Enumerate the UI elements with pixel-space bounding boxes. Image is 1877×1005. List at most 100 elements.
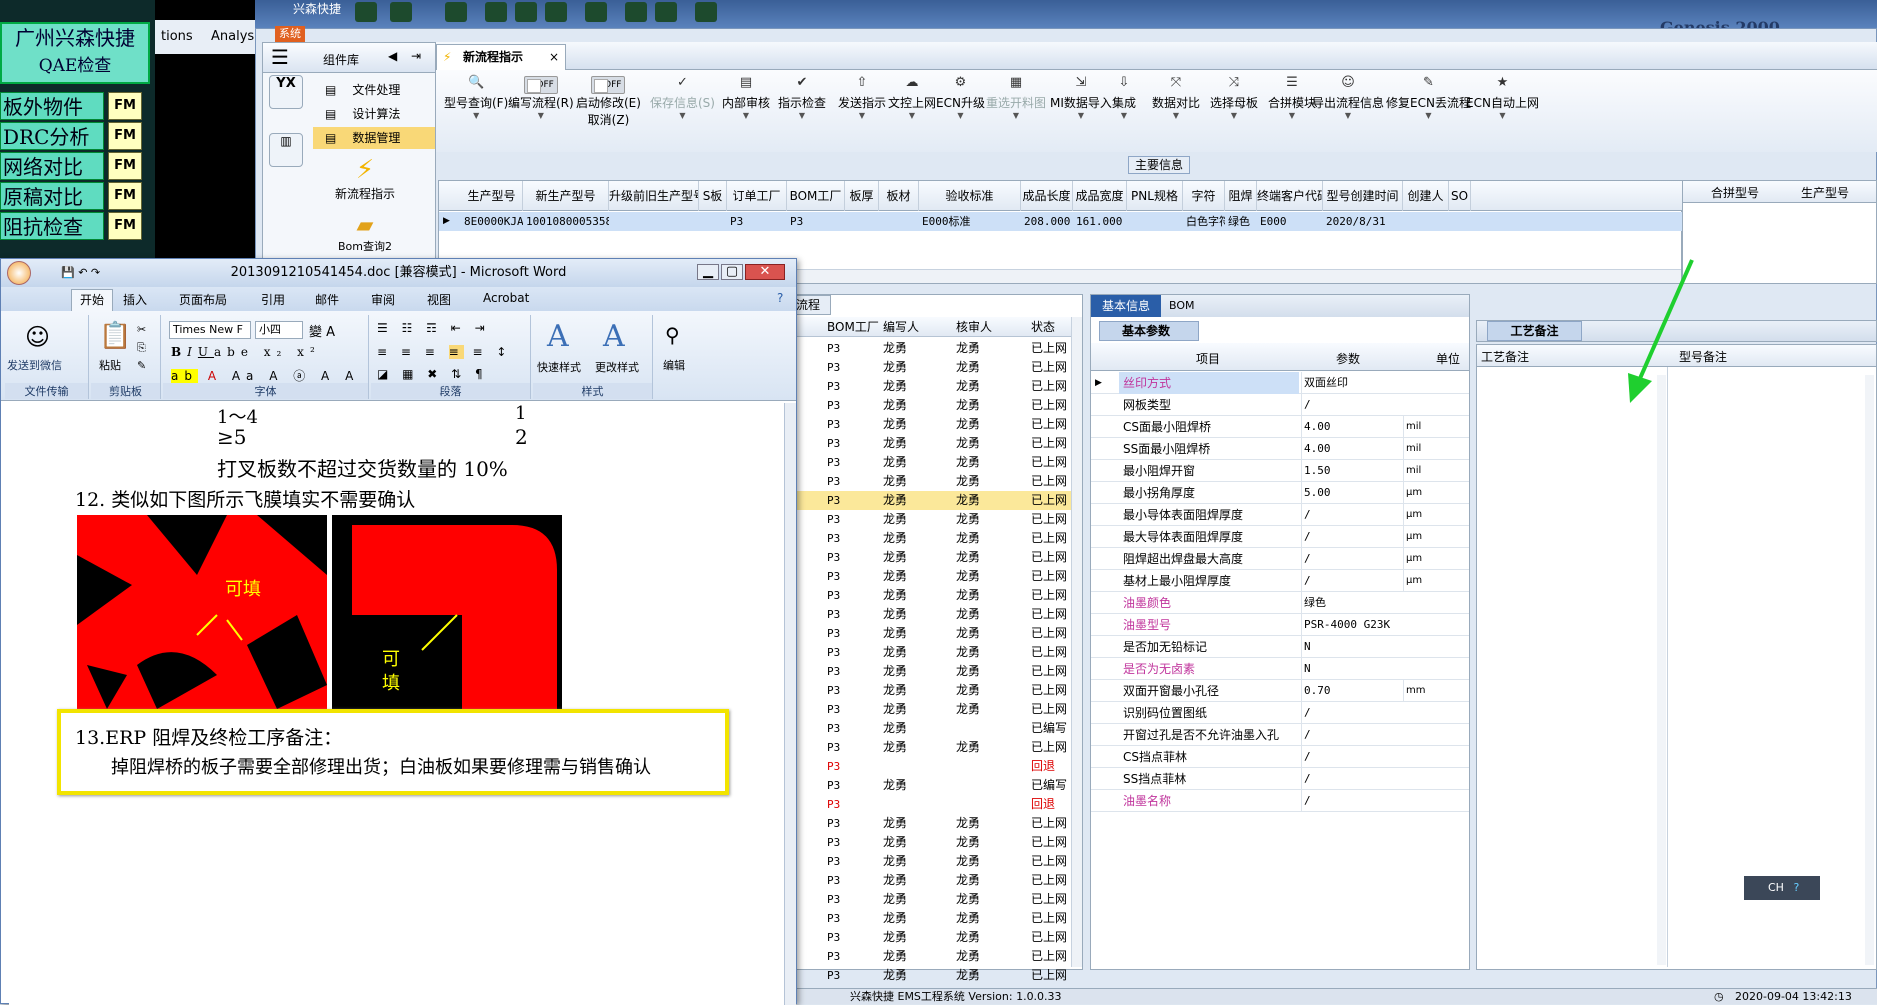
param-value[interactable]: 4.00 [1301, 438, 1401, 460]
word-tab[interactable]: 插入 [123, 291, 147, 308]
ribbon-button[interactable]: ★ ECN自动上网 ▼ [1466, 76, 1539, 121]
ribbon-button[interactable]: ☺ 导出流程信息 ▼ [1312, 76, 1384, 121]
table-row[interactable]: P3 龙勇 龙勇 已上网 [791, 548, 1071, 567]
close-icon[interactable]: × [549, 45, 559, 69]
fm-button[interactable]: FM [108, 152, 142, 180]
column-header[interactable]: 成品长度 [1021, 181, 1073, 211]
flow-shortcut[interactable]: ⚡ 新流程指示 [335, 155, 395, 202]
column-header[interactable]: 阻焊 [1225, 181, 1257, 211]
arrow-left-icon[interactable]: ◀ [388, 49, 397, 63]
table-row[interactable]: P3 龙勇 龙勇 已上网 [791, 662, 1071, 681]
param-row[interactable]: ▶ 丝印方式 双面丝印 [1091, 372, 1469, 394]
param-value[interactable]: N [1301, 636, 1401, 658]
table-row[interactable]: P3 龙勇 龙勇 已上网 [791, 377, 1071, 396]
column-header[interactable]: 型号创建时间 [1323, 181, 1403, 211]
close-button[interactable]: ✕ [745, 264, 785, 280]
analysis-tab[interactable]: Analysi [205, 20, 258, 54]
param-row[interactable]: 油墨名称 / [1091, 790, 1469, 812]
table-row[interactable]: P3 龙勇 已编写 [791, 776, 1071, 795]
table-row[interactable]: P3 龙勇 龙勇 已上网 [791, 453, 1071, 472]
table-row[interactable]: P3 回退 [791, 757, 1071, 776]
table-row[interactable]: P3 龙勇 龙勇 已上网 [791, 624, 1071, 643]
qae-item[interactable]: 原稿对比 FM [0, 182, 150, 210]
table-cell[interactable] [1403, 212, 1449, 231]
ribbon-button[interactable]: ☁ 文控上网 ▼ [888, 76, 936, 121]
table-row[interactable]: P3 龙勇 龙勇 已上网 [791, 510, 1071, 529]
edit-button[interactable]: 编辑 [663, 357, 685, 373]
param-value[interactable]: / [1301, 702, 1401, 724]
table-row[interactable]: P3 龙勇 龙勇 已上网 [791, 643, 1071, 662]
dropdown-icon[interactable]: ▼ [722, 111, 770, 120]
tab-process-remarks[interactable]: 工艺备注 [1487, 321, 1582, 341]
table-row[interactable]: P3 龙勇 龙勇 已上网 [791, 434, 1071, 453]
table-cell[interactable]: 208.000 [1021, 212, 1073, 231]
param-value[interactable]: N [1301, 658, 1401, 680]
minimize-button[interactable]: ▁ [697, 264, 719, 280]
param-value[interactable]: 4.00 [1301, 416, 1401, 438]
table-row[interactable]: ▶ 8E0000KJA010010800053588 P3P3 E000标准208.0… [439, 212, 1683, 231]
param-value[interactable]: / [1301, 768, 1401, 790]
param-value[interactable]: / [1301, 526, 1401, 548]
table-row[interactable]: P3 龙勇 龙勇 已上网 [791, 529, 1071, 548]
word-tab[interactable]: 开始 [71, 289, 114, 311]
param-row[interactable]: SS面最小阻焊桥 4.00 mil [1091, 438, 1469, 460]
tab-new-flow[interactable]: ⚡ 新流程指示 × [436, 44, 566, 70]
tab-basic-info[interactable]: 基本信息 [1091, 295, 1161, 317]
font-name-select[interactable]: Times New F [169, 321, 251, 339]
font-size-select[interactable]: 小四 [255, 321, 303, 339]
change-styles-button[interactable]: 更改样式 [595, 359, 639, 375]
user-icon[interactable] [625, 2, 647, 22]
ribbon-button[interactable]: OFF 编写流程(R) ▼ [508, 76, 574, 120]
dropdown-icon[interactable]: ▼ [1268, 111, 1316, 120]
dropdown-icon[interactable]: ▼ [508, 111, 574, 120]
column-header[interactable]: 验收标准 [919, 181, 1021, 211]
gear-icon[interactable] [390, 2, 412, 22]
maximize-button[interactable]: ▢ [721, 264, 743, 280]
ribbon-button[interactable]: ▤ 内部审核 ▼ [722, 76, 770, 121]
param-value[interactable]: / [1301, 724, 1401, 746]
ribbon-button[interactable]: ⤧ 数据对比 ▼ [1152, 76, 1200, 121]
dropdown-icon[interactable]: ▼ [1466, 111, 1539, 120]
column-header[interactable]: PNL规格 [1127, 181, 1183, 211]
column-header[interactable]: 生产型号 [461, 181, 523, 211]
save-icon[interactable] [515, 2, 537, 22]
column-header[interactable]: 工艺备注 [1481, 348, 1529, 365]
ribbon-button[interactable]: ✎ 修复ECN丢流程 ▼ [1386, 76, 1471, 121]
table-cell[interactable] [1127, 212, 1183, 231]
sidebar-item-algorithm[interactable]: ▤ 设计算法 [313, 103, 435, 125]
toggle-switch[interactable]: OFF [523, 76, 558, 94]
column-header[interactable]: 编写人 [883, 317, 919, 337]
column-header[interactable]: 订单工厂 [727, 181, 787, 211]
dropdown-icon[interactable]: ▼ [1050, 111, 1112, 120]
toggle-switch[interactable]: OFF [591, 76, 626, 94]
section-basic-params[interactable]: 基本参数 [1099, 321, 1199, 341]
yx-icon[interactable]: YX [269, 75, 303, 109]
column-header[interactable]: 参数 [1336, 350, 1360, 367]
table-row[interactable]: P3 龙勇 龙勇 已上网 [791, 396, 1071, 415]
table-cell[interactable]: P3 [727, 212, 787, 231]
table-cell[interactable]: 161.000 [1073, 212, 1127, 231]
param-row[interactable]: CS面最小阻焊桥 4.00 mil [1091, 416, 1469, 438]
table-cell[interactable] [879, 212, 919, 231]
param-value[interactable]: / [1301, 746, 1401, 768]
table-icon[interactable] [585, 2, 607, 22]
table-row[interactable]: P3 龙勇 龙勇 已上网 [791, 871, 1071, 890]
sidebar-item-data[interactable]: ▤ 数据管理 [313, 127, 435, 149]
param-row[interactable]: 最小阻焊开窗 1.50 mil [1091, 460, 1469, 482]
options-tab[interactable]: tions [155, 20, 205, 54]
printer-icon[interactable]: ▥ [269, 133, 303, 167]
dropdown-icon[interactable]: ▼ [444, 111, 508, 120]
dropdown-icon[interactable]: ▼ [1312, 111, 1384, 120]
ribbon-button[interactable]: ⇩ 集成 ▼ [1112, 76, 1136, 121]
ime-language[interactable]: CH [1768, 881, 1784, 894]
param-value[interactable]: PSR-4000 G23K [1301, 614, 1401, 636]
paste-icon[interactable]: 📋 [99, 321, 131, 351]
qae-item[interactable]: DRC分析 FM [0, 122, 150, 150]
vertical-scrollbar[interactable] [1865, 375, 1874, 965]
param-row[interactable]: 基材上最小阻焊厚度 / μm [1091, 570, 1469, 592]
paste-button[interactable]: 粘贴 [99, 357, 121, 373]
table-cell[interactable]: E000 [1257, 212, 1323, 231]
ime-toolbar[interactable]: CH ? [1744, 876, 1820, 900]
param-value[interactable]: 双面丝印 [1301, 372, 1401, 394]
dropdown-icon[interactable]: ▼ [1210, 111, 1258, 120]
